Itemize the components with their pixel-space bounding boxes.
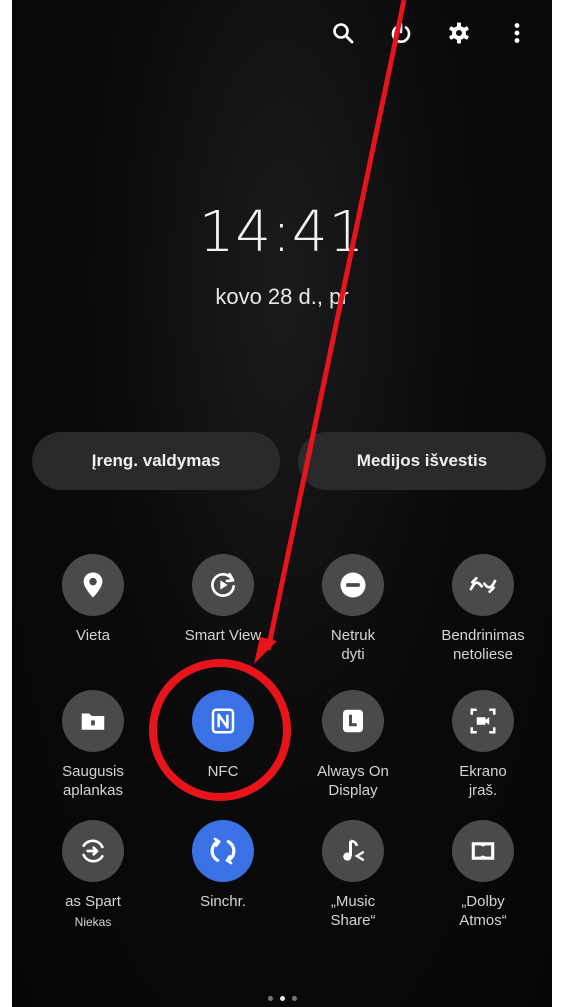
tile-label: Netruk dyti [330, 627, 376, 663]
tile-label: NFC [207, 763, 239, 780]
tile-sublabel: Niekas [74, 915, 112, 929]
tile-label: Smart View [184, 627, 262, 644]
secure-folder-icon[interactable] [62, 690, 124, 752]
tile-quick-share[interactable]: as Spart Niekas [28, 820, 158, 929]
quick-panel: 14:41 kovo 28 d., pr Įreng. valdymas Med… [12, 0, 552, 1007]
search-icon[interactable] [328, 18, 358, 48]
music-share-icon[interactable] [322, 820, 384, 882]
date: kovo 28 d., pr [215, 284, 349, 309]
location-pin-icon[interactable] [62, 554, 124, 616]
tile-label: Sinchr. [200, 893, 246, 910]
tile-label: Vieta [76, 627, 110, 644]
tile-label: Ekrano jraš. [459, 763, 507, 799]
tile-secure-folder[interactable]: Saugusis aplankas [28, 690, 158, 800]
tile-location[interactable]: Vieta [28, 554, 158, 645]
page-dot[interactable] [291, 996, 297, 1001]
tile-label: as Spart [65, 893, 121, 910]
device-control-button[interactable]: Įreng. valdymas [32, 432, 280, 490]
tile-label: „Dolby Atmos“ [459, 893, 507, 929]
media-output-button[interactable]: Medijos išvestis [298, 432, 546, 490]
power-icon[interactable] [386, 18, 416, 48]
nfc-icon[interactable] [192, 690, 254, 752]
do-not-disturb-icon[interactable] [322, 554, 384, 616]
tile-always-on-display[interactable]: Always On Display [288, 690, 418, 800]
smart-view-icon[interactable] [192, 554, 254, 616]
tile-screen-record[interactable]: Ekrano jraš. [418, 690, 548, 800]
gear-icon[interactable] [444, 18, 474, 48]
tile-nearby-share[interactable]: Bendrinimas netoliese [418, 554, 548, 664]
page-dot-active[interactable] [279, 996, 285, 1001]
tile-smart-view[interactable]: Smart View [158, 554, 288, 645]
nearby-share-icon[interactable] [452, 554, 514, 616]
top-bar [328, 18, 532, 48]
dolby-atmos-icon[interactable] [452, 820, 514, 882]
quick-share-icon[interactable] [62, 820, 124, 882]
tile-nfc[interactable]: NFC [158, 690, 288, 781]
screen-record-icon[interactable] [452, 690, 514, 752]
tile-label: „Music Share“ [330, 893, 376, 929]
tile-label: Always On Display [317, 763, 389, 799]
tile-music-share[interactable]: „Music Share“ [288, 820, 418, 930]
more-vertical-icon[interactable] [502, 18, 532, 48]
tile-dolby-atmos[interactable]: „Dolby Atmos“ [418, 820, 548, 930]
clock: 14:41 [198, 200, 366, 265]
sync-icon[interactable] [192, 820, 254, 882]
tile-sync[interactable]: Sinchr. [158, 820, 288, 911]
page-indicator[interactable] [12, 996, 552, 1001]
tile-do-not-disturb[interactable]: Netruk dyti [288, 554, 418, 664]
tile-label: Saugusis aplankas [62, 763, 124, 799]
tile-label: Bendrinimas netoliese [441, 627, 525, 663]
always-on-display-icon[interactable] [322, 690, 384, 752]
page-dot[interactable] [267, 996, 273, 1001]
